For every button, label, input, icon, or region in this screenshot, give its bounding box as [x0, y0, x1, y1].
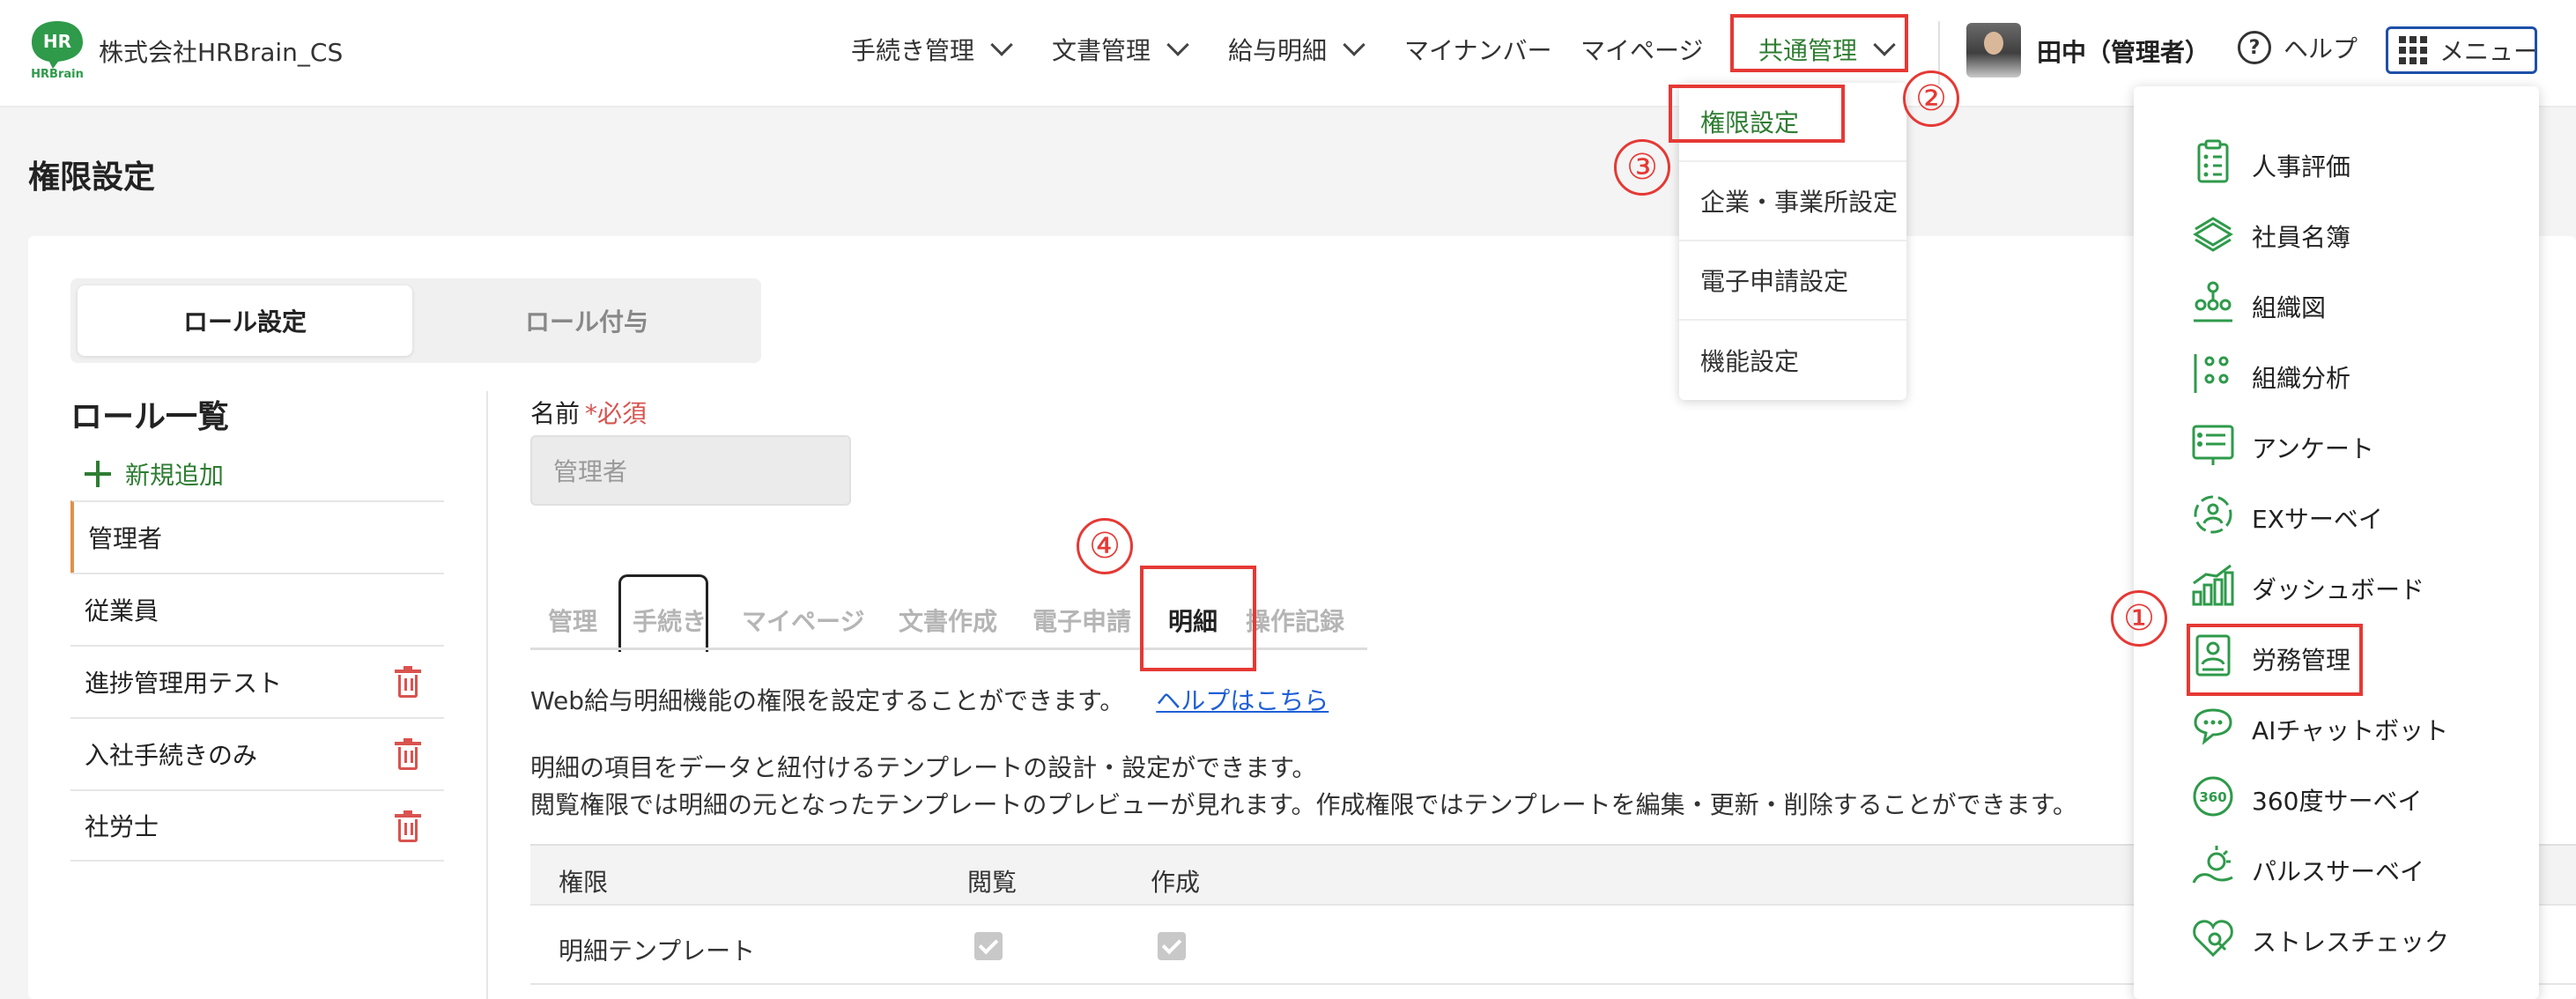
highlight-common-settings — [1730, 14, 1908, 72]
tab-role-settings[interactable]: ロール設定 — [78, 285, 412, 356]
tab-role-assignment[interactable]: ロール付与 — [419, 285, 754, 356]
evaluation-icon — [2197, 139, 2229, 183]
menu-item-chatbot[interactable]: AIチャットボット — [2134, 691, 2539, 761]
help-icon: ? — [2238, 31, 2271, 64]
name-label: 名前 *必須 — [530, 399, 648, 428]
survey-360-icon: 360 — [2193, 776, 2233, 817]
user-avatar[interactable] — [1966, 23, 2021, 78]
role-item-sharoushi[interactable]: 社労士 — [70, 789, 444, 862]
menu-item-dashboard[interactable]: ダッシュボード — [2134, 550, 2539, 620]
create-checkbox[interactable] — [1158, 932, 1186, 960]
menu-item-directory[interactable]: 社員名簿 — [2134, 197, 2539, 268]
org-chart-icon — [2194, 281, 2232, 322]
tab-e-application[interactable]: 電子申請 — [1033, 603, 1131, 638]
tab-admin[interactable]: 管理 — [548, 603, 597, 638]
app-menu-panel: 人事評価 社員名簿 組織図 組織分析 アンケート EXサーベイ ダッシュボード … — [2134, 86, 2539, 999]
template-description: 明細の項目をデータと紐付けるテンプレートの設計・設定ができます。 — [530, 753, 1317, 782]
dropdown-item-e-application-settings[interactable]: 電子申請設定 — [1679, 241, 1906, 321]
tab-operation-log[interactable]: 操作記録 — [1246, 603, 1344, 638]
menu-item-pulse-survey[interactable]: パルスサーベイ — [2134, 832, 2539, 902]
column-divider — [486, 391, 488, 999]
chevron-down-icon — [1343, 33, 1366, 56]
survey-icon — [2192, 425, 2234, 465]
menu-item-org-analysis[interactable]: 組織分析 — [2134, 338, 2539, 409]
dashboard-icon — [2192, 564, 2234, 606]
chevron-down-icon — [990, 33, 1013, 56]
menu-item-evaluation[interactable]: 人事評価 — [2134, 127, 2539, 197]
annotation-4: ④ — [1077, 518, 1133, 574]
menu-item-stress-check[interactable]: ストレスチェック — [2134, 902, 2539, 973]
user-name[interactable]: 田中（管理者） — [2037, 33, 2210, 69]
menu-item-org-chart[interactable]: 組織図 — [2134, 268, 2539, 338]
trash-icon[interactable] — [395, 810, 421, 842]
role-list-title: ロール一覧 — [70, 399, 230, 435]
nav-documents[interactable]: 文書管理 — [1052, 32, 1189, 67]
dropdown-item-feature-settings[interactable]: 機能設定 — [1679, 321, 1906, 400]
role-name-input[interactable]: 管理者 — [530, 435, 851, 506]
company-name: 株式会社HRBrain_CS — [99, 38, 344, 67]
role-item-progress-test[interactable]: 進捗管理用テスト — [70, 645, 444, 717]
menu-item-360-survey[interactable]: 360 360度サーベイ — [2134, 761, 2539, 832]
help-button[interactable]: ? ヘルプ — [2238, 30, 2358, 65]
nav-payslip[interactable]: 給与明細 — [1228, 32, 1366, 67]
ex-survey-icon — [2194, 495, 2232, 534]
page-title: 権限設定 — [28, 159, 156, 196]
highlight-labor — [2187, 624, 2363, 696]
dropdown-item-company-settings[interactable]: 企業・事業所設定 — [1679, 162, 1906, 241]
svg-text:360: 360 — [2199, 789, 2226, 805]
payslip-description: Web給与明細機能の権限を設定することができます。 ヘルプはこちら — [530, 686, 1329, 715]
chatbot-icon — [2194, 708, 2232, 745]
highlight-payslip-tab — [1140, 566, 1256, 671]
menu-item-ex-survey[interactable]: EXサーベイ — [2134, 479, 2539, 550]
menu-item-survey[interactable]: アンケート — [2134, 409, 2539, 479]
plus-icon — [85, 461, 111, 487]
tab-mypage[interactable]: マイページ — [742, 603, 864, 638]
svg-text:HRBrain: HRBrain — [31, 68, 84, 79]
nav-procedures[interactable]: 手続き管理 — [851, 32, 1013, 67]
svg-text:HR: HR — [43, 31, 71, 52]
add-role-button[interactable]: 新規追加 — [85, 456, 224, 492]
tab-document-creation[interactable]: 文書作成 — [899, 603, 997, 638]
annotation-3: ③ — [1614, 139, 1670, 196]
role-item-employee[interactable]: 従業員 — [70, 573, 444, 645]
highlight-permissions — [1669, 85, 1845, 143]
pulse-survey-icon — [2192, 846, 2233, 884]
annotation-2: ② — [1903, 70, 1959, 127]
chevron-down-icon — [1166, 33, 1189, 56]
trash-icon[interactable] — [395, 738, 421, 770]
view-checkbox[interactable] — [974, 932, 1003, 960]
nav-mypage[interactable]: マイページ — [1580, 32, 1703, 67]
grid-icon — [2399, 36, 2427, 64]
help-link[interactable]: ヘルプはこちら — [1156, 686, 1329, 715]
directory-icon — [2193, 217, 2233, 252]
hrbrain-logo[interactable]: HR HRBrain — [26, 18, 88, 79]
nav-mynumber[interactable]: マイナンバー — [1404, 32, 1551, 67]
role-item-onboarding-only[interactable]: 入社手続きのみ — [70, 717, 444, 789]
permission-description: 閲覧権限では明細の元となったテンプレートのプレビューが見れます。作成権限ではテン… — [530, 790, 2077, 819]
stress-check-icon — [2193, 920, 2233, 958]
role-item-admin[interactable]: 管理者 — [70, 500, 444, 573]
annotation-1: ① — [2111, 590, 2167, 647]
tab-procedures[interactable]: 手続き — [633, 603, 707, 638]
trash-icon[interactable] — [395, 666, 421, 698]
org-analysis-icon — [2194, 354, 2229, 393]
menu-button[interactable]: メニュー — [2386, 26, 2537, 74]
role-tab-bar: ロール設定 ロール付与 — [70, 278, 761, 363]
